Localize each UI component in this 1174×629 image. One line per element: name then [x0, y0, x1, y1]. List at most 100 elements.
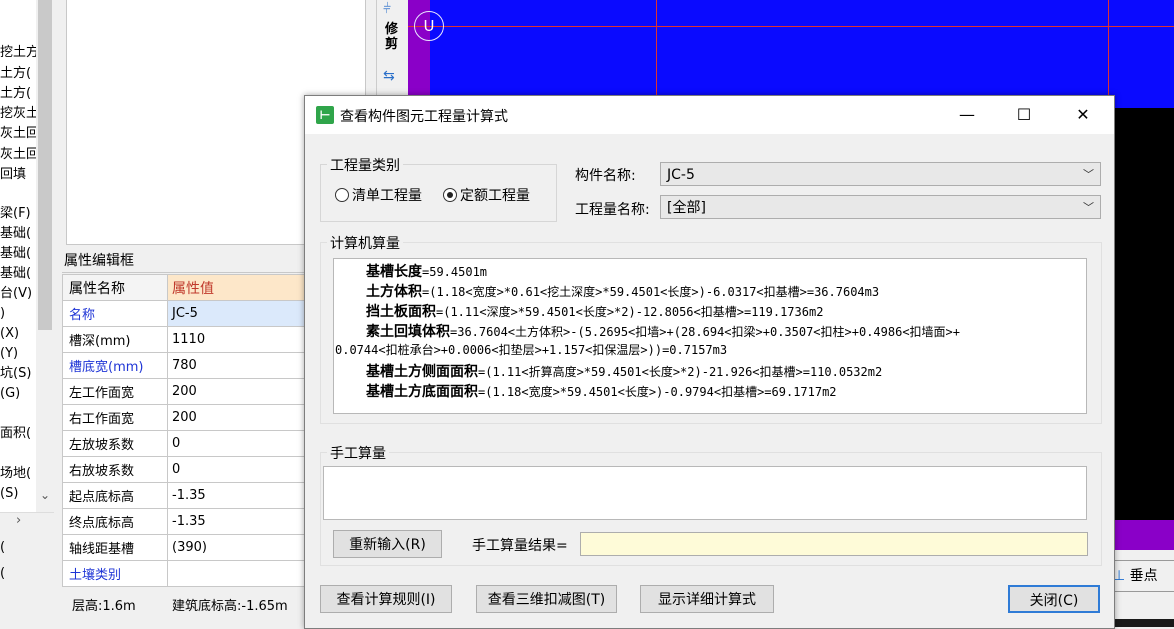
quantity-name-select[interactable]: [全部] ﹀: [660, 195, 1101, 219]
trim-label[interactable]: 剪: [385, 37, 398, 52]
property-value[interactable]: 0: [167, 430, 306, 457]
calc-line: 土方体积=(1.18<宽度>*0.61<挖土深度>*59.4501<长度>)-6…: [366, 284, 880, 300]
perpendicular-snap-label: 垂点: [1129, 568, 1158, 584]
table-row[interactable]: 土壤类别: [62, 560, 306, 587]
radio-bill-quantity[interactable]: 清单工程量: [335, 185, 422, 205]
tree-item[interactable]: 基础(: [0, 225, 31, 243]
property-name: 左放坡系数: [62, 430, 168, 457]
axis-line: [408, 26, 1174, 27]
property-value[interactable]: -1.35: [167, 508, 306, 535]
table-row[interactable]: 左放坡系数 0: [62, 430, 306, 457]
property-value[interactable]: 780: [167, 352, 306, 379]
quantity-formula-dialog: ⊢ 查看构件图元工程量计算式 — ☐ ✕ 工程量类别 清单工程量 定额工程量 构…: [304, 95, 1115, 629]
tree-item[interactable]: (G): [0, 385, 20, 403]
table-row[interactable]: 右工作面宽 200: [62, 404, 306, 431]
property-value[interactable]: 0: [167, 456, 306, 483]
property-table: 属性名称 属性值 名称 JC-5 槽深(mm) 1110 槽底宽(mm) 780 左工…: [62, 274, 306, 587]
minimize-button[interactable]: —: [945, 100, 989, 130]
axis-marker[interactable]: U: [414, 11, 444, 41]
close-window-button[interactable]: ✕: [1061, 100, 1105, 130]
tree-horizontal-scrollbar[interactable]: ›: [0, 512, 54, 533]
canvas-strip: [1112, 520, 1174, 550]
building-bottom-text: 建筑底标高:-1.65m: [172, 599, 288, 614]
tree-item[interactable]: 灰土回: [0, 146, 36, 164]
property-value[interactable]: [167, 560, 306, 587]
table-row[interactable]: 槽底宽(mm) 780: [62, 352, 306, 379]
close-button[interactable]: 关闭(C): [1008, 585, 1100, 613]
manual-calc-legend: 手工算量: [327, 443, 389, 463]
chevron-down-icon[interactable]: ﹀: [1083, 163, 1094, 187]
property-name-header: 属性名称: [62, 274, 168, 301]
quantity-name-value: [全部]: [667, 200, 706, 216]
tree-item[interactable]: 梁(F): [0, 205, 31, 223]
table-row[interactable]: 终点底标高 -1.35: [62, 508, 306, 535]
dialog-titlebar[interactable]: ⊢ 查看构件图元工程量计算式 — ☐ ✕: [305, 96, 1114, 134]
tree-item[interactable]: 台(V): [0, 285, 32, 303]
tree-item[interactable]: 坑(S): [0, 365, 31, 383]
property-value[interactable]: JC-5: [167, 300, 306, 327]
property-value[interactable]: (390): [167, 534, 306, 561]
scrollbar-thumb[interactable]: [38, 0, 52, 330]
tree-item[interactable]: 挖土方: [0, 44, 36, 62]
view-3d-deduction-button[interactable]: 查看三维扣减图(T): [476, 585, 617, 613]
tree-item[interactable]: (X): [0, 325, 19, 343]
tree-vertical-scrollbar[interactable]: ⌄: [36, 0, 54, 512]
tree-item[interactable]: ): [0, 305, 5, 323]
axis-line: [1108, 0, 1109, 108]
reenter-button[interactable]: 重新输入(R): [333, 530, 442, 558]
tree-item[interactable]: 土方(: [0, 65, 31, 83]
tree-item[interactable]: 场地(: [0, 465, 31, 483]
tree-item[interactable]: 回填: [0, 166, 26, 184]
tree-item[interactable]: (: [0, 540, 5, 555]
radio-quota-quantity[interactable]: 定额工程量: [443, 185, 530, 205]
calc-line: 挡土板面积=(1.11<深度>*59.4501<长度>*2)-12.8056<扣…: [366, 304, 824, 320]
tree-item[interactable]: 挖灰土: [0, 105, 36, 123]
maximize-button[interactable]: ☐: [1002, 100, 1046, 130]
table-row[interactable]: 槽深(mm) 1110: [62, 326, 306, 353]
table-row[interactable]: 左工作面宽 200: [62, 378, 306, 405]
perpendicular-snap-button[interactable]: ⊥ 垂点: [1108, 560, 1174, 592]
trim-label[interactable]: 修: [385, 22, 398, 37]
component-name-label: 构件名称:: [575, 168, 636, 184]
property-value[interactable]: -1.35: [167, 482, 306, 509]
radio-circle[interactable]: [443, 188, 457, 202]
computer-calc-legend: 计算机算量: [327, 233, 403, 253]
tree-item[interactable]: (: [0, 566, 5, 581]
chevron-down-icon[interactable]: ⌄: [36, 488, 54, 502]
tree-item[interactable]: 土方(: [0, 85, 31, 103]
tree-item[interactable]: 灰土回: [0, 125, 36, 143]
radio-circle[interactable]: [335, 188, 349, 202]
component-name-value: JC-5: [667, 167, 695, 183]
component-name-select[interactable]: JC-5 ﹀: [660, 162, 1101, 186]
tree-item[interactable]: 面积(: [0, 425, 31, 443]
calc-line: 素土回填体积=36.7604<土方体积>-(5.2695<扣墙>+(28.694…: [366, 324, 961, 340]
property-panel-title: 属性编辑框: [62, 250, 306, 273]
show-detail-formula-button[interactable]: 显示详细计算式: [640, 585, 774, 613]
property-name: 槽深(mm): [62, 326, 168, 353]
chevron-down-icon[interactable]: ﹀: [1083, 196, 1094, 220]
trim-icon[interactable]: ⫩: [383, 1, 391, 17]
property-value[interactable]: 1110: [167, 326, 306, 353]
table-row[interactable]: 轴线距基槽 (390): [62, 534, 306, 561]
drawing-canvas[interactable]: U: [408, 0, 1174, 108]
computer-calc-text[interactable]: 基槽长度=59.4501m 土方体积=(1.18<宽度>*0.61<挖土深度>*…: [333, 258, 1087, 414]
tree-item[interactable]: (Y): [0, 345, 18, 363]
property-header-row: 属性名称 属性值: [62, 274, 306, 301]
canvas-area[interactable]: [1112, 108, 1174, 550]
property-value[interactable]: 200: [167, 378, 306, 405]
property-value[interactable]: 200: [167, 404, 306, 431]
tree-item[interactable]: 基础(: [0, 245, 31, 263]
chevron-right-icon[interactable]: ›: [16, 513, 21, 528]
tree-item[interactable]: (S): [0, 485, 18, 503]
component-tree[interactable]: 挖土方 土方( 土方( 挖灰土 灰土回 灰土回 回填 梁(F) 基础( 基础( …: [0, 0, 36, 512]
table-row[interactable]: 起点底标高 -1.35: [62, 482, 306, 509]
view-rules-button[interactable]: 查看计算规则(I): [320, 585, 452, 613]
table-row[interactable]: 右放坡系数 0: [62, 456, 306, 483]
align-icon[interactable]: ⇆: [383, 68, 395, 84]
calc-line: 基槽土方侧面面积=(1.11<折算高度>*59.4501<长度>*2)-21.9…: [366, 364, 883, 380]
table-row[interactable]: 名称 JC-5: [62, 300, 306, 327]
property-name: 右放坡系数: [62, 456, 168, 483]
tree-item[interactable]: 基础(: [0, 265, 31, 283]
manual-result-field[interactable]: [580, 532, 1088, 556]
manual-calc-input[interactable]: [323, 466, 1087, 520]
